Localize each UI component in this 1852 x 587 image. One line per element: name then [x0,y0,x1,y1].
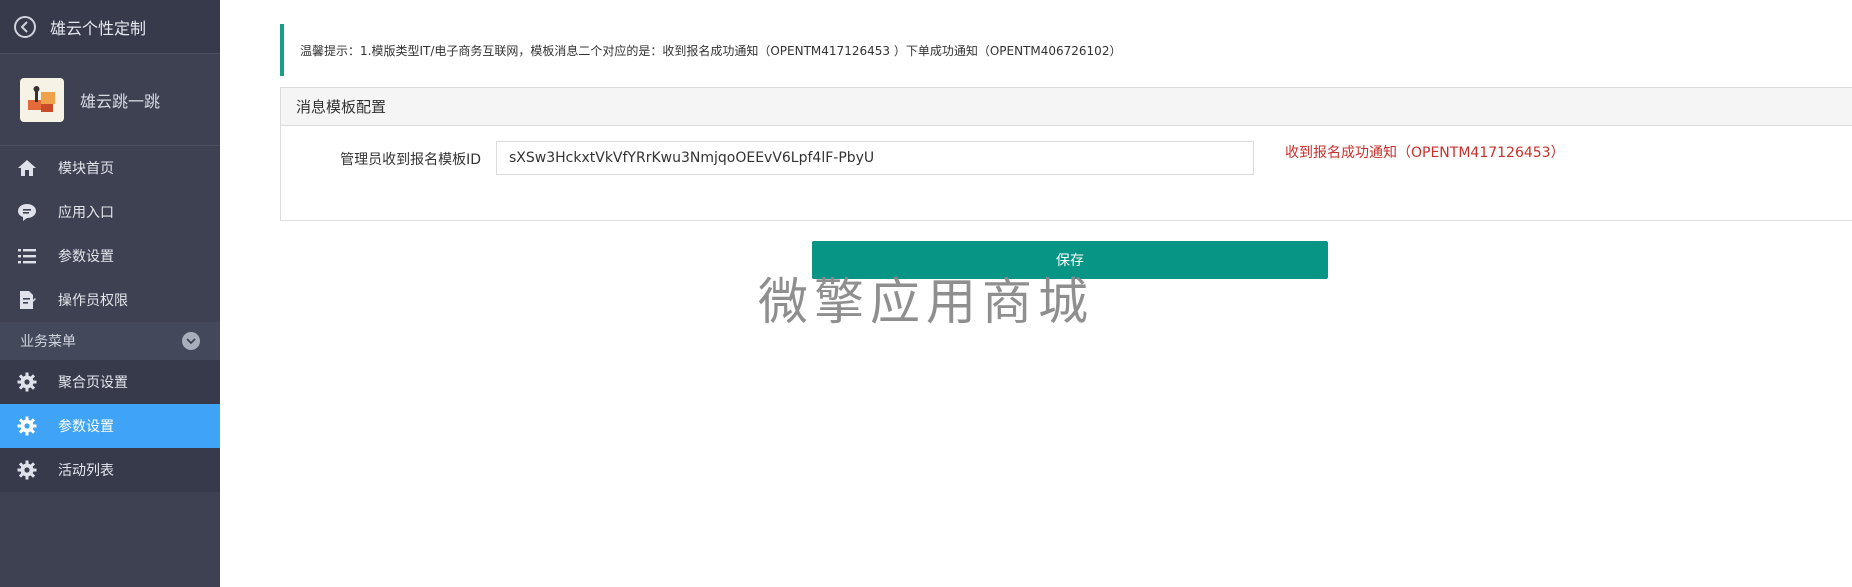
panel-title: 消息模板配置 [281,88,1852,126]
app-header: 雄云跳一跳 [0,54,220,146]
sidebar-item-entry[interactable]: 应用入口 [0,190,220,234]
sidebar-item-label: 参数设置 [58,419,114,435]
sidebar-item-label: 操作员权限 [58,293,128,309]
sidebar-back-link[interactable]: 雄云个性定制 [0,0,220,54]
sidebar: 雄云个性定制 雄云跳一跳 模块首页 应用入口 参数设置 操作员权限 业务菜单 聚… [0,0,220,587]
app-logo [20,77,64,122]
business-submenu: 聚合页设置 参数设置 活动列表 [0,360,220,492]
sidebar-item-aggregate-settings[interactable]: 聚合页设置 [0,360,220,404]
notice-alert: 温馨提示：1.模版类型IT/电子商务互联网，模板消息二个对应的是：收到报名成功通… [280,24,1852,76]
sidebar-item-label: 活动列表 [58,463,114,479]
sidebar-item-label: 模块首页 [58,161,114,177]
sidebar-item-activity-list[interactable]: 活动列表 [0,448,220,492]
chat-icon [16,201,38,223]
sidebar-item-operators[interactable]: 操作员权限 [0,278,220,322]
chevron-down-icon[interactable] [182,332,200,350]
sidebar-menu: 模块首页 应用入口 参数设置 操作员权限 [0,146,220,322]
notice-text: 温馨提示：1.模版类型IT/电子商务互联网，模板消息二个对应的是：收到报名成功通… [300,43,1122,58]
app-name: 雄云跳一跳 [80,91,161,111]
back-arrow-icon[interactable] [14,15,36,38]
gear-icon [16,415,38,437]
sidebar-item-params[interactable]: 参数设置 [0,234,220,278]
sidebar-item-home[interactable]: 模块首页 [0,146,220,190]
business-menu-toggle[interactable]: 业务菜单 [0,322,220,360]
list-icon [16,245,38,267]
group-label: 业务菜单 [20,334,76,350]
sidebar-item-label: 参数设置 [58,249,114,265]
gear-icon [16,459,38,481]
template-id-hint: 收到报名成功通知（OPENTM417126453） [1285,145,1565,161]
sidebar-item-label: 应用入口 [58,205,114,221]
template-id-input[interactable] [496,141,1254,175]
edit-doc-icon [16,289,38,311]
gear-icon [16,371,38,393]
sidebar-item-param-settings[interactable]: 参数设置 [0,404,220,448]
module-title: 雄云个性定制 [50,18,147,38]
template-id-label: 管理员收到报名模板ID [340,152,481,168]
home-icon [16,157,38,179]
sidebar-item-label: 聚合页设置 [58,375,128,391]
watermark-text: 微擎应用商城 [758,273,1094,331]
